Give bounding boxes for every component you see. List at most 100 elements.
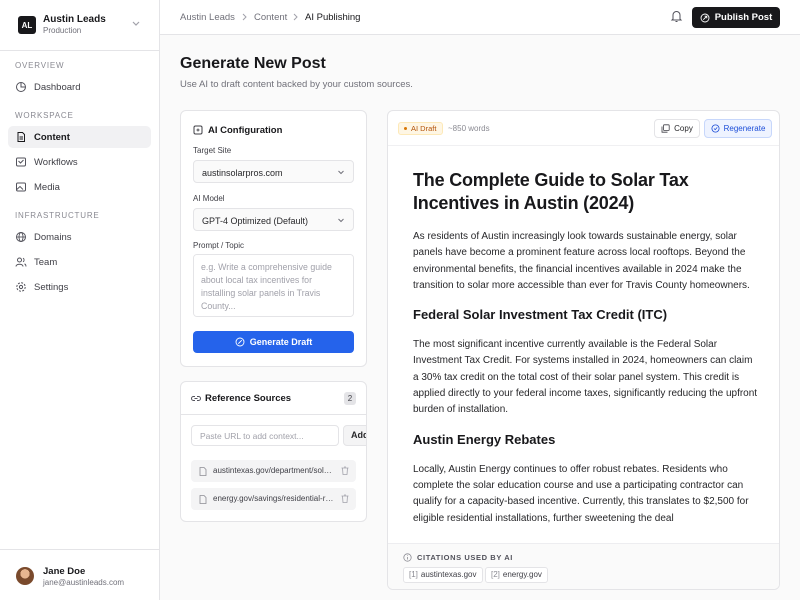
chevron-down-icon bbox=[338, 170, 344, 175]
sidebar-item-label: Domains bbox=[34, 231, 72, 243]
prompt-label: Prompt / Topic bbox=[193, 241, 244, 250]
article-title: The Complete Guide to Solar Tax Incentiv… bbox=[413, 170, 689, 213]
citation-source: energy.gov bbox=[502, 570, 542, 579]
bell-icon[interactable] bbox=[670, 9, 683, 23]
chevron-right-icon bbox=[293, 13, 298, 21]
target-site-value: austinsolarpros.com bbox=[202, 168, 283, 178]
user-name: Jane Doe bbox=[43, 566, 86, 577]
reference-sources-card: Reference Sources 2 Add austintexas.gov/… bbox=[180, 381, 367, 522]
copy-button[interactable]: Copy bbox=[654, 119, 700, 138]
draft-editor-card: AI Draft ~850 words Copy Regenerate The … bbox=[387, 110, 780, 590]
ai-draft-badge: AI Draft bbox=[398, 122, 444, 135]
workflow-icon bbox=[16, 157, 26, 167]
target-site-label: Target Site bbox=[193, 146, 232, 155]
chevron-right-icon bbox=[242, 13, 247, 21]
refresh-icon bbox=[711, 124, 720, 133]
citation-number: [1] bbox=[409, 570, 418, 579]
source-url: austintexas.gov/department/solar-incenti… bbox=[213, 466, 334, 475]
copy-icon bbox=[661, 124, 670, 133]
divider bbox=[181, 414, 366, 415]
chevron-down-icon bbox=[338, 218, 344, 223]
citation-chip[interactable]: [1] austintexas.gov bbox=[403, 567, 483, 583]
file-icon bbox=[17, 132, 25, 142]
document-icon bbox=[199, 495, 207, 504]
info-icon bbox=[403, 553, 412, 562]
ai-model-label: AI Model bbox=[193, 194, 225, 203]
citation-chip[interactable]: [2] energy.gov bbox=[485, 567, 548, 583]
image-icon bbox=[16, 182, 26, 192]
sidebar-item-dashboard[interactable]: Dashboard bbox=[8, 76, 151, 98]
magic-icon bbox=[235, 337, 245, 347]
ai-config-title: AI Configuration bbox=[208, 125, 283, 136]
source-url: energy.gov/savings/residential-renewable… bbox=[213, 494, 334, 503]
sidebar: AL Austin Leads Production OVERVIEW Dash… bbox=[0, 0, 160, 600]
sidebar-item-label: Workflows bbox=[34, 156, 78, 168]
draft-article[interactable]: The Complete Guide to Solar Tax Incentiv… bbox=[413, 169, 758, 543]
source-item: energy.gov/savings/residential-renewable… bbox=[191, 488, 356, 510]
pie-chart-icon bbox=[16, 82, 26, 92]
chevron-down-icon[interactable] bbox=[131, 18, 141, 28]
user-profile[interactable]: Jane Doe jane@austinleads.com bbox=[0, 549, 160, 600]
publish-post-button[interactable]: Publish Post bbox=[692, 7, 780, 28]
citation-number: [2] bbox=[491, 570, 500, 579]
sidebar-item-settings[interactable]: Settings bbox=[8, 276, 151, 298]
add-source-button[interactable]: Add bbox=[343, 425, 366, 446]
top-bar: Austin Leads Content AI Publishing Publi… bbox=[160, 0, 800, 35]
breadcrumb-item[interactable]: Austin Leads bbox=[180, 12, 235, 23]
gear-icon bbox=[16, 282, 26, 292]
publish-post-label: Publish Post bbox=[714, 12, 773, 23]
word-count: ~850 words bbox=[448, 124, 490, 133]
article-heading: Austin Energy Rebates bbox=[413, 431, 556, 447]
generate-draft-label: Generate Draft bbox=[249, 337, 313, 347]
breadcrumb-current: AI Publishing bbox=[305, 12, 361, 23]
user-email: jane@austinleads.com bbox=[43, 578, 125, 587]
sidebar-item-domains[interactable]: Domains bbox=[8, 226, 151, 248]
reference-sources-title: Reference Sources bbox=[205, 393, 292, 404]
org-environment: Production bbox=[43, 26, 82, 35]
status-dot bbox=[404, 127, 407, 130]
citations-label: CITATIONS USED BY AI bbox=[417, 553, 513, 562]
article-heading: Federal Solar Investment Tax Credit (ITC… bbox=[413, 307, 668, 323]
document-icon bbox=[199, 467, 207, 476]
generate-draft-button[interactable]: Generate Draft bbox=[193, 331, 354, 353]
source-count-badge: 2 bbox=[344, 392, 356, 405]
org-logo: AL bbox=[18, 16, 36, 34]
send-icon bbox=[700, 13, 710, 22]
copy-label: Copy bbox=[674, 124, 693, 133]
prompt-textarea[interactable] bbox=[193, 254, 354, 317]
nav-section-infrastructure: INFRASTRUCTURE bbox=[15, 211, 100, 220]
trash-icon[interactable] bbox=[341, 466, 349, 475]
trash-icon[interactable] bbox=[341, 494, 349, 503]
nav-section-workspace: WORKSPACE bbox=[15, 111, 74, 120]
sidebar-item-label: Team bbox=[34, 256, 58, 268]
ai-model-select[interactable]: GPT-4 Optimized (Default) bbox=[193, 208, 354, 231]
editor-toolbar: AI Draft ~850 words Copy Regenerate bbox=[388, 111, 779, 146]
citation-source: austintexas.gov bbox=[420, 570, 477, 579]
ai-configuration-card: AI Configuration Target Site austinsolar… bbox=[180, 110, 367, 367]
target-site-select[interactable]: austinsolarpros.com bbox=[193, 160, 354, 183]
breadcrumb-item[interactable]: Content bbox=[254, 12, 287, 23]
article-paragraph: The most significant incentive currently… bbox=[413, 339, 758, 416]
sidebar-item-label: Content bbox=[34, 131, 70, 143]
ai-model-value: GPT-4 Optimized (Default) bbox=[202, 216, 309, 226]
citations-panel: CITATIONS USED BY AI [1] austintexas.gov … bbox=[388, 543, 779, 589]
globe-icon bbox=[16, 232, 26, 242]
source-item: austintexas.gov/department/solar-incenti… bbox=[191, 460, 356, 482]
ai-draft-badge-label: AI Draft bbox=[411, 124, 437, 133]
sidebar-item-media[interactable]: Media bbox=[8, 176, 151, 198]
regenerate-button[interactable]: Regenerate bbox=[704, 119, 772, 138]
article-paragraph: Locally, Austin Energy continues to offe… bbox=[413, 463, 749, 524]
org-switcher[interactable]: AL Austin Leads Production bbox=[0, 0, 160, 51]
link-icon bbox=[191, 396, 201, 401]
users-icon bbox=[15, 257, 27, 267]
nav-section-overview: OVERVIEW bbox=[15, 61, 65, 70]
sidebar-item-workflows[interactable]: Workflows bbox=[8, 151, 151, 173]
avatar bbox=[16, 567, 34, 585]
sidebar-item-team[interactable]: Team bbox=[8, 251, 151, 273]
regenerate-label: Regenerate bbox=[723, 124, 766, 133]
org-name: Austin Leads bbox=[43, 14, 106, 25]
sparkle-icon bbox=[193, 125, 203, 135]
sidebar-item-label: Dashboard bbox=[34, 81, 81, 93]
sidebar-item-content[interactable]: Content bbox=[8, 126, 151, 148]
url-input[interactable] bbox=[191, 425, 339, 446]
